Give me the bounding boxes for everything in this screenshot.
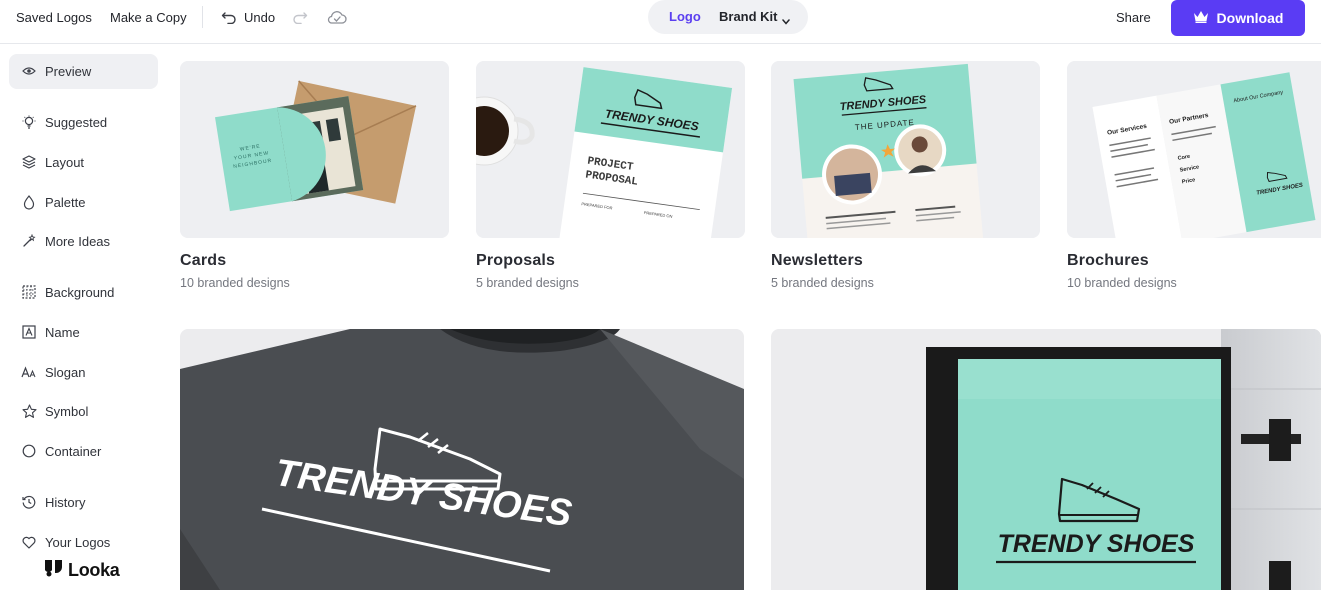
cards-thumbnail[interactable]: WE'RE YOUR NEW NEIGHBOUR [180, 61, 449, 238]
sidebar-item-label: Suggested [45, 115, 108, 130]
download-label: Download [1216, 10, 1284, 26]
sidebar-item-preview[interactable]: Preview [9, 54, 158, 89]
proposals-mockup-image: TRENDY SHOES PROJECT PROPOSAL PREPARED F… [476, 61, 745, 238]
layers-icon [21, 154, 37, 170]
sidebar-item-symbol[interactable]: Symbol [9, 394, 158, 429]
newsletters-mockup-image: TRENDY SHOES THE UPDATE [771, 61, 1040, 238]
category-card-newsletters[interactable]: TRENDY SHOES THE UPDATE Newsletters 5 br… [771, 61, 1040, 290]
cards-mockup-image: WE'RE YOUR NEW NEIGHBOUR [180, 61, 449, 238]
sidebar-item-background[interactable]: Background [9, 275, 158, 310]
brochures-thumbnail[interactable]: Our Services Our Partners Core Service P… [1067, 61, 1321, 238]
looka-logo[interactable]: Looka [44, 558, 120, 582]
sidebar-item-palette[interactable]: Palette [9, 185, 158, 220]
tab-brand-kit[interactable]: Brand Kit [719, 9, 778, 24]
card-subtitle: 10 branded designs [180, 276, 290, 290]
sidebar-item-label: More Ideas [45, 234, 111, 249]
cloud-save-icon[interactable] [326, 8, 348, 26]
share-button[interactable]: Share [1116, 10, 1151, 25]
sidebar-item-history[interactable]: History [9, 485, 158, 520]
download-button[interactable]: Download [1171, 0, 1305, 36]
newsletters-thumbnail[interactable]: TRENDY SHOES THE UPDATE [771, 61, 1040, 238]
sidebar-item-label: Container [45, 444, 102, 459]
looka-mark-icon [44, 558, 63, 582]
signage-brand-text: TRENDY SHOES [998, 530, 1195, 558]
card-title: Cards [180, 252, 227, 269]
sidebar-item-label: Name [45, 325, 80, 340]
mode-switcher: Logo Brand Kit [648, 0, 808, 34]
magic-wand-icon [21, 233, 37, 249]
category-card-cards[interactable]: WE'RE YOUR NEW NEIGHBOUR Cards 10 brande… [180, 61, 449, 290]
sidebar-item-label: History [45, 495, 86, 510]
sidebar-item-container[interactable]: Container [9, 434, 158, 469]
sidebar-item-label: Background [45, 285, 115, 300]
crown-icon [1193, 10, 1209, 26]
brochures-mockup-image: Our Services Our Partners Core Service P… [1067, 61, 1321, 238]
signage-mockup-card[interactable]: TRENDY SHOES [771, 329, 1321, 590]
saved-logos-link[interactable]: Saved Logos [16, 10, 92, 25]
undo-button[interactable]: Undo [244, 10, 275, 25]
proposals-thumbnail[interactable]: TRENDY SHOES PROJECT PROPOSAL PREPARED F… [476, 61, 745, 238]
chevron-down-icon[interactable] [782, 12, 790, 30]
card-subtitle: 5 branded designs [771, 276, 874, 290]
sidebar: Preview Suggested Layout Palette More Id… [0, 45, 168, 590]
sidebar-item-more-ideas[interactable]: More Ideas [9, 224, 158, 259]
sidebar-item-slogan[interactable]: Slogan [9, 355, 158, 390]
sidebar-item-label: Your Logos [45, 535, 111, 550]
card-title: Newsletters [771, 252, 864, 269]
category-card-brochures[interactable]: Our Services Our Partners Core Service P… [1067, 61, 1321, 290]
tab-logo[interactable]: Logo [669, 9, 701, 24]
card-title: Brochures [1067, 252, 1149, 269]
sidebar-item-label: Palette [45, 195, 86, 210]
looka-wordmark: Looka [68, 559, 120, 580]
sidebar-item-label: Slogan [45, 365, 86, 380]
history-icon [21, 494, 37, 510]
eye-icon [21, 63, 37, 79]
card-subtitle: 5 branded designs [476, 276, 579, 290]
font-size-icon [21, 364, 37, 380]
sidebar-item-label: Preview [45, 64, 92, 79]
card-title: Proposals [476, 252, 556, 269]
sidebar-item-your-logos[interactable]: Your Logos [9, 525, 158, 560]
star-icon [21, 403, 37, 419]
circle-icon [21, 443, 37, 459]
undo-icon[interactable] [219, 8, 239, 26]
top-toolbar: Saved Logos Make a Copy Undo Logo Brand … [0, 0, 1321, 44]
text-box-icon [21, 324, 37, 340]
sidebar-item-name[interactable]: Name [9, 315, 158, 350]
grid-icon [21, 284, 37, 300]
category-card-proposals[interactable]: TRENDY SHOES PROJECT PROPOSAL PREPARED F… [476, 61, 745, 290]
droplet-icon [21, 194, 37, 210]
tshirt-mockup-image: TRENDY SHOES [180, 329, 744, 590]
toolbar-divider [202, 6, 203, 28]
lightbulb-icon [21, 114, 37, 130]
sidebar-item-suggested[interactable]: Suggested [9, 105, 158, 140]
tshirt-mockup-card[interactable]: TRENDY SHOES [180, 329, 744, 590]
sidebar-item-label: Layout [45, 155, 85, 170]
make-copy-link[interactable]: Make a Copy [110, 10, 187, 25]
redo-icon[interactable] [290, 8, 310, 26]
sidebar-item-label: Symbol [45, 404, 89, 419]
sidebar-item-layout[interactable]: Layout [9, 145, 158, 180]
heart-icon [21, 534, 37, 550]
signage-mockup-image: TRENDY SHOES [771, 329, 1321, 590]
card-subtitle: 10 branded designs [1067, 276, 1177, 290]
